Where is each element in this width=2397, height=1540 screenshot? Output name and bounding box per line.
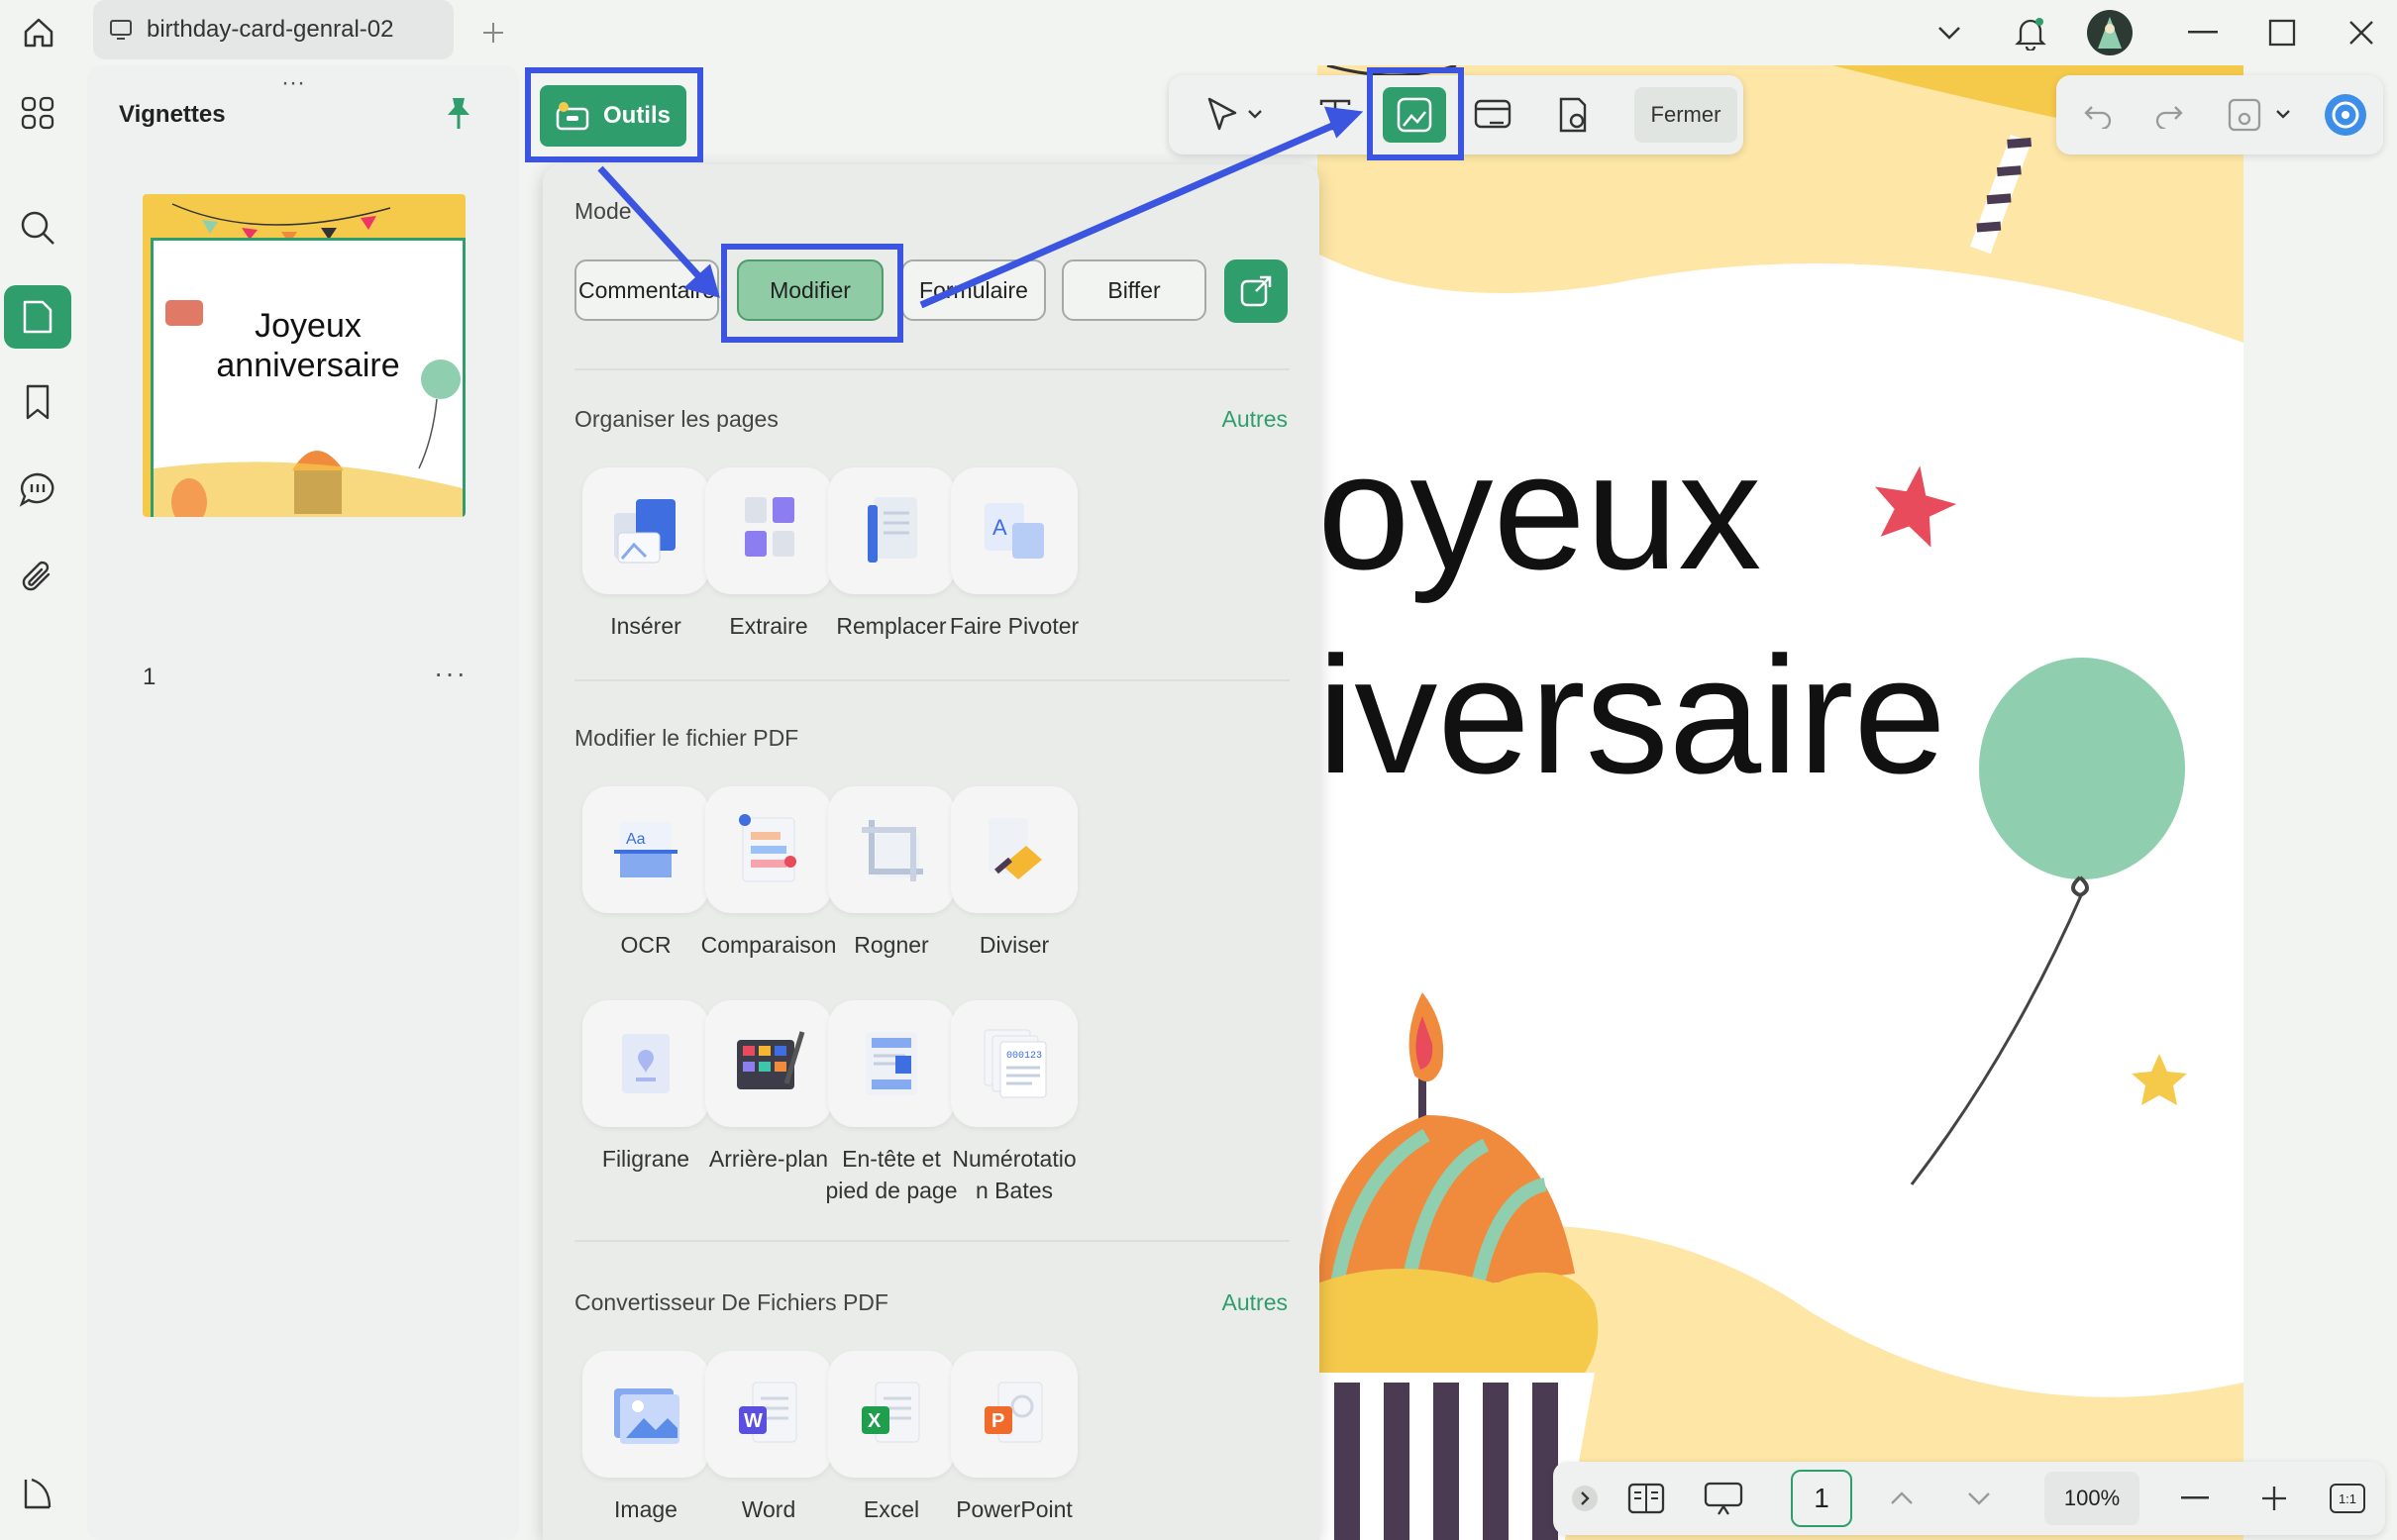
zoom-in-icon[interactable] [2246, 1462, 2302, 1535]
page-up-icon[interactable] [1874, 1462, 1929, 1535]
two-page-view-icon[interactable] [1618, 1462, 1674, 1535]
presentation-icon[interactable] [1696, 1462, 1751, 1535]
actual-size-label: 1:1 [2330, 1484, 2365, 1513]
page-number-input[interactable]: 1 [1791, 1470, 1852, 1527]
expand-chevron-icon[interactable] [1563, 1462, 1607, 1535]
page-down-icon[interactable] [1951, 1462, 2007, 1535]
zoom-level[interactable]: 100% [2044, 1472, 2139, 1525]
zoom-out-icon[interactable] [2167, 1462, 2223, 1535]
actual-size-button[interactable]: 1:1 [2320, 1462, 2375, 1535]
bottom-bar: 1 100% 1:1 [1553, 1462, 2385, 1535]
annotation-arrows [0, 0, 2397, 1540]
